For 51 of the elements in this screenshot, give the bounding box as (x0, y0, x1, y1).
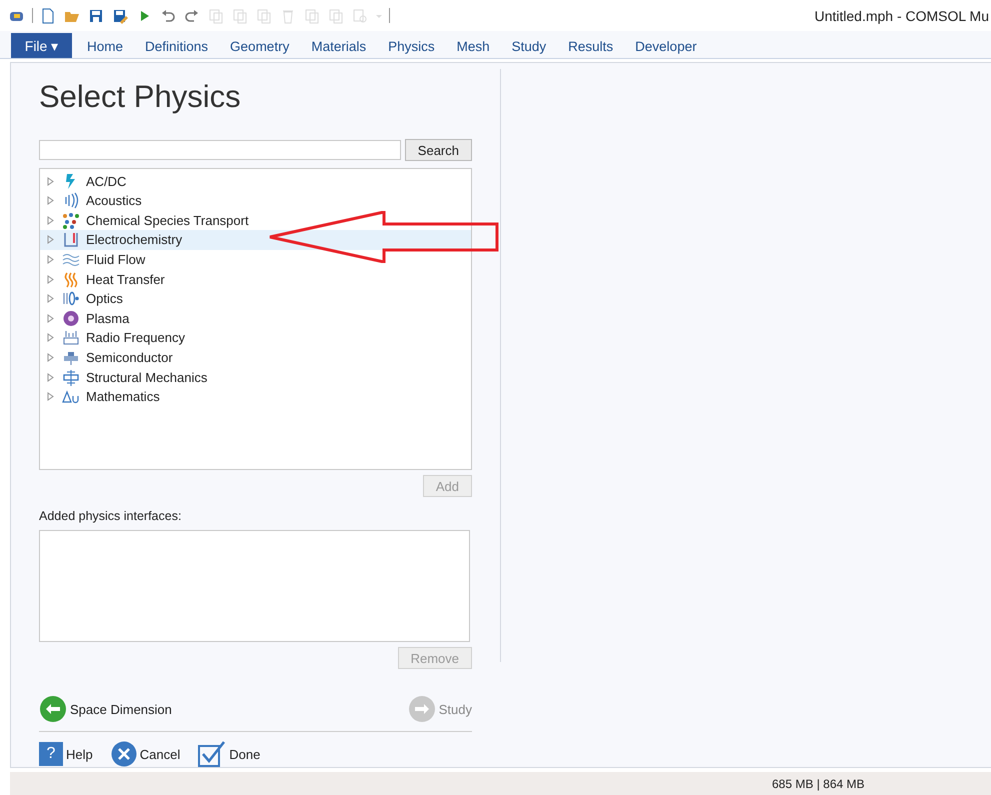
heat-icon (62, 270, 80, 288)
ribbon-tab[interactable]: Geometry (219, 33, 300, 58)
expand-icon[interactable] (47, 314, 54, 323)
expand-icon[interactable] (47, 274, 54, 284)
ribbon-tab[interactable]: Materials (300, 33, 378, 58)
file-menu-button[interactable]: File ▾ (11, 33, 72, 58)
window-title: Untitled.mph - COMSOL Mu (814, 8, 989, 24)
done-button[interactable]: Done (198, 741, 260, 768)
ribbon-tab[interactable]: Definitions (134, 33, 220, 58)
tree-item[interactable]: Radio Frequency (40, 328, 471, 348)
tree-item[interactable]: Fluid Flow (40, 250, 471, 270)
panel-title: Select Physics (39, 79, 242, 116)
checkbox-icon (198, 741, 226, 768)
added-interfaces-label: Added physics interfaces: (39, 509, 182, 524)
expand-icon[interactable] (47, 294, 54, 304)
tree-item[interactable]: Semiconductor (40, 348, 471, 368)
tree-item[interactable]: Optics (40, 288, 471, 309)
optics-icon (62, 290, 80, 308)
ribbon-tab[interactable]: Study (500, 33, 558, 58)
tree-item[interactable]: AC/DC (40, 171, 471, 191)
expand-icon[interactable] (47, 333, 54, 342)
ribbon-tab[interactable]: Mesh (446, 33, 501, 58)
ribbon-tab[interactable]: Home (76, 33, 134, 58)
expand-icon[interactable] (47, 235, 54, 244)
help-icon: ? (39, 742, 63, 766)
expand-icon[interactable] (47, 196, 54, 206)
expand-icon[interactable] (47, 255, 54, 264)
search-field[interactable] (39, 140, 401, 160)
tree-item[interactable]: Structural Mechanics (40, 367, 471, 387)
expand-icon[interactable] (47, 353, 54, 362)
tree-item[interactable]: Chemical Species Transport (40, 210, 471, 230)
math-icon (62, 388, 80, 406)
expand-icon[interactable] (47, 392, 54, 402)
memory-usage: 685 MB | 864 MB (772, 776, 864, 791)
fluid-icon (62, 251, 80, 268)
help-button[interactable]: ? Help (39, 741, 93, 768)
back-button[interactable]: Space Dimension (39, 695, 172, 724)
ribbon-tab[interactable]: Developer (624, 33, 708, 58)
search-button[interactable]: Search (404, 139, 472, 162)
tree-item[interactable]: Mathematics (40, 386, 471, 407)
ribbon-tab[interactable]: Results (557, 33, 624, 58)
tree-item[interactable]: Plasma (40, 308, 471, 328)
tree-item[interactable]: Acoustics (40, 190, 471, 211)
tree-item[interactable]: Heat Transfer (40, 269, 471, 289)
plasma-icon (62, 310, 80, 327)
ribbon-tab[interactable]: Physics (377, 33, 446, 58)
tree-item[interactable]: Electrochemistry (40, 230, 471, 250)
expand-icon[interactable] (47, 216, 54, 225)
expand-icon[interactable] (47, 372, 54, 382)
cancel-button[interactable]: Cancel (110, 741, 180, 768)
expand-icon[interactable] (47, 176, 54, 186)
